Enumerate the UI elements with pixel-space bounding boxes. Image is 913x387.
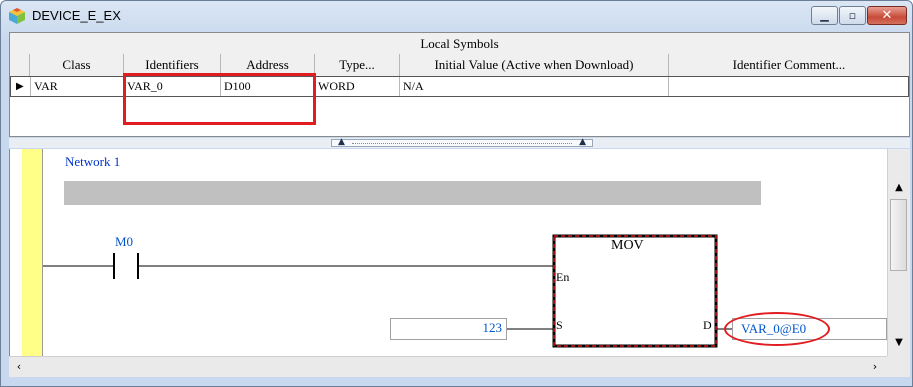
minimize-icon: ▁ (820, 9, 829, 22)
resize-grip-icon[interactable] (887, 356, 910, 377)
column-header-identifier-comment[interactable]: Identifier Comment... (669, 54, 909, 76)
mov-block-title[interactable]: MOV (611, 238, 644, 254)
ladder-diagram-editor[interactable]: Network 1 M0 MOV En S D 123 VAR_0@E0 (9, 149, 888, 356)
column-header-type[interactable]: Type... (315, 54, 400, 76)
scroll-left-icon[interactable]: ‹ (9, 357, 29, 377)
horizontal-scrollbar[interactable]: ‹ › (9, 356, 887, 377)
cell-type[interactable]: WORD (315, 77, 400, 96)
minimize-button[interactable]: ▁ (811, 6, 838, 25)
cell-initial-value[interactable]: N/A (400, 77, 669, 96)
column-header-address[interactable]: Address (221, 54, 315, 76)
maximize-icon: ▫ (848, 9, 857, 22)
local-symbols-table: Local Symbols Class Identifiers Address … (9, 32, 910, 137)
mov-d-pin-label: D (703, 318, 712, 332)
vertical-scroll-thumb[interactable] (890, 199, 907, 271)
current-row-indicator: ▶ (11, 77, 31, 96)
splitter-grip (352, 143, 572, 144)
table-group-header: Local Symbols (10, 33, 909, 55)
cell-class[interactable]: VAR (31, 77, 124, 96)
column-header-initial-value[interactable]: Initial Value (Active when Download) (400, 54, 669, 76)
vertical-scrollbar[interactable]: ▲ ▼ (887, 149, 910, 356)
row-header-corner (10, 54, 30, 76)
cell-identifier[interactable]: VAR_0 (124, 77, 221, 96)
cube-icon (9, 8, 25, 24)
title-bar[interactable]: DEVICE_E_EX ▁ ▫ ✕ (1, 1, 912, 31)
scroll-up-icon[interactable]: ▲ (888, 178, 910, 198)
group-header-label: Local Symbols (420, 36, 499, 51)
contact-m0-label[interactable]: M0 (115, 234, 133, 250)
column-header-row: Class Identifiers Address Type... Initia… (10, 54, 909, 77)
scroll-down-icon[interactable]: ▼ (888, 333, 910, 353)
s-operand-value: 123 (482, 320, 503, 335)
s-operand-field[interactable]: 123 (390, 318, 507, 340)
cell-identifier-comment[interactable] (669, 77, 910, 96)
row-arrow-icon: ▶ (16, 81, 24, 92)
scroll-right-icon[interactable]: › (865, 357, 885, 377)
column-header-class[interactable]: Class (30, 54, 124, 76)
collapse-up-icon[interactable]: ▲ (338, 137, 345, 147)
program-window: DEVICE_E_EX ▁ ▫ ✕ Local Symbols Class Id… (0, 0, 913, 387)
expand-down-icon[interactable]: ▲ (579, 137, 586, 147)
maximize-button[interactable]: ▫ (839, 6, 866, 25)
close-button[interactable]: ✕ (867, 6, 907, 25)
splitter-handle[interactable]: ▲ ▲ (331, 137, 593, 147)
mov-s-pin-label: S (556, 318, 563, 332)
close-icon: ✕ (881, 8, 893, 23)
table-row[interactable]: ▶ VAR VAR_0 D100 WORD N/A (10, 76, 909, 97)
pane-splitter[interactable]: ▲ ▲ (9, 137, 910, 148)
mov-en-pin-label: En (556, 270, 570, 284)
cell-address[interactable]: D100 (221, 77, 315, 96)
d-operand-highlight (724, 312, 830, 346)
window-title: DEVICE_E_EX (32, 8, 121, 23)
column-header-identifiers[interactable]: Identifiers (124, 54, 221, 76)
